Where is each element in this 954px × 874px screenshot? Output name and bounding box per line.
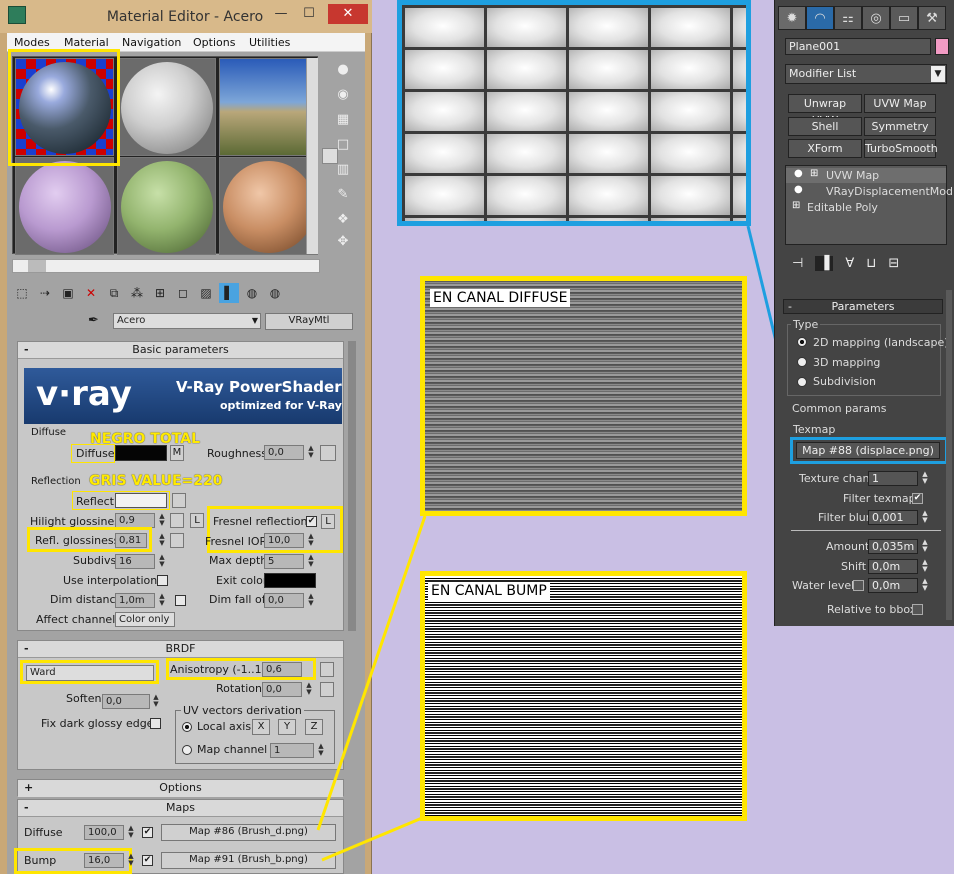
shift-spinner[interactable]: ▲ ▼	[921, 559, 929, 574]
parameters-header[interactable]: - Parameters	[783, 299, 943, 314]
uvw-map-button[interactable]: UVW Map	[864, 94, 936, 113]
type-group-label: Type	[791, 318, 821, 331]
pin-stack-icon[interactable]: ⊣	[792, 256, 803, 271]
filter-blur-label: Filter blur	[818, 511, 871, 524]
amount-label: Amount	[826, 540, 870, 553]
texture-chan-label: Texture chan	[799, 472, 870, 485]
configure-sets-icon[interactable]: ⊟	[888, 256, 899, 271]
amount-spinner[interactable]: ▲ ▼	[921, 539, 929, 554]
divider	[791, 530, 941, 531]
shell-button[interactable]: Shell	[788, 117, 862, 136]
stack-label-editable-poly: Editable Poly	[807, 201, 878, 214]
unwrap-uvw-button[interactable]: Unwrap UVW	[788, 94, 862, 127]
shift-field[interactable]: 0,0m	[868, 559, 918, 574]
filter-texmap-checkbox[interactable]: ✔	[912, 493, 923, 504]
amount-field[interactable]: 0,035m	[868, 539, 918, 554]
motion-tab-icon[interactable]: ◎	[862, 6, 890, 30]
command-panel-scrollbar[interactable]	[946, 290, 952, 620]
bulb-icon[interactable]: ●	[794, 184, 803, 195]
turbosmooth-button[interactable]: TurboSmooth	[864, 139, 938, 158]
texmap-label: Texmap	[793, 423, 836, 436]
stack-item-editable-poly[interactable]: ⊞ Editable Poly	[786, 200, 946, 215]
radio-subdivision[interactable]	[797, 377, 807, 387]
filter-blur-spinner[interactable]: ▲ ▼	[921, 510, 929, 525]
shift-label: Shift	[841, 560, 867, 573]
display-tab-icon[interactable]: ▭	[890, 6, 918, 30]
show-end-result-icon[interactable]: ▐	[815, 255, 834, 271]
expand-icon[interactable]: ⊞	[792, 200, 800, 211]
object-color-swatch[interactable]	[935, 38, 949, 55]
texture-chan-field[interactable]: 1	[868, 471, 918, 486]
water-level-checkbox[interactable]	[853, 580, 864, 591]
stack-item-uvw-map[interactable]: ● ⊞ UVW Map	[786, 168, 946, 183]
modifier-list-chevron-icon[interactable]: ▼	[931, 66, 945, 82]
expand-icon[interactable]: ⊞	[810, 168, 818, 179]
stack-label-vraydisplacementmod: VRayDisplacementMod	[826, 185, 953, 198]
label-3d-mapping: 3D mapping	[813, 356, 881, 369]
stack-label-uvw-map: UVW Map	[826, 169, 880, 182]
radio-2d-mapping[interactable]	[797, 337, 807, 347]
symmetry-button[interactable]: Symmetry	[864, 117, 936, 136]
texture-chan-spinner[interactable]: ▲ ▼	[921, 471, 929, 486]
common-params-label: Common params	[792, 402, 887, 415]
connector-diffuse	[316, 515, 427, 831]
filter-blur-field[interactable]: 0,001	[868, 510, 918, 525]
stack-item-vraydisplacementmod[interactable]: ● VRayDisplacementMod	[786, 184, 953, 199]
relative-bbox-label: Relative to bbox	[827, 603, 917, 616]
connector-bump	[321, 816, 423, 862]
relative-bbox-checkbox[interactable]	[912, 604, 923, 615]
hierarchy-tab-icon[interactable]: ⚏	[834, 6, 862, 30]
create-tab-icon[interactable]: ✹	[778, 6, 806, 30]
xform-button[interactable]: XForm	[788, 139, 862, 158]
utilities-tab-icon[interactable]: ⚒	[918, 6, 946, 30]
bulb-icon[interactable]: ●	[794, 168, 803, 179]
water-level-spinner[interactable]: ▲ ▼	[921, 578, 929, 593]
label-subdivision: Subdivision	[813, 375, 877, 388]
label-2d-mapping: 2D mapping (landscape)	[813, 336, 949, 349]
stack-toolbar: ⊣ ▐ ∀ ⊔ ⊟	[784, 251, 949, 275]
water-level-field[interactable]: 0,0m	[868, 578, 918, 593]
make-unique-icon[interactable]: ∀	[845, 256, 854, 271]
remove-modifier-icon[interactable]: ⊔	[866, 256, 876, 271]
modify-tab-icon[interactable]: ◠	[806, 6, 834, 30]
object-name-field[interactable]: Plane001	[785, 38, 931, 55]
filter-texmap-label: Filter texmap	[843, 492, 916, 505]
texmap-button[interactable]: Map #88 (displace.png)	[796, 442, 940, 459]
water-level-label: Water level	[792, 579, 855, 592]
modifier-list-dropdown[interactable]: Modifier List	[785, 64, 947, 84]
radio-3d-mapping[interactable]	[797, 357, 807, 367]
